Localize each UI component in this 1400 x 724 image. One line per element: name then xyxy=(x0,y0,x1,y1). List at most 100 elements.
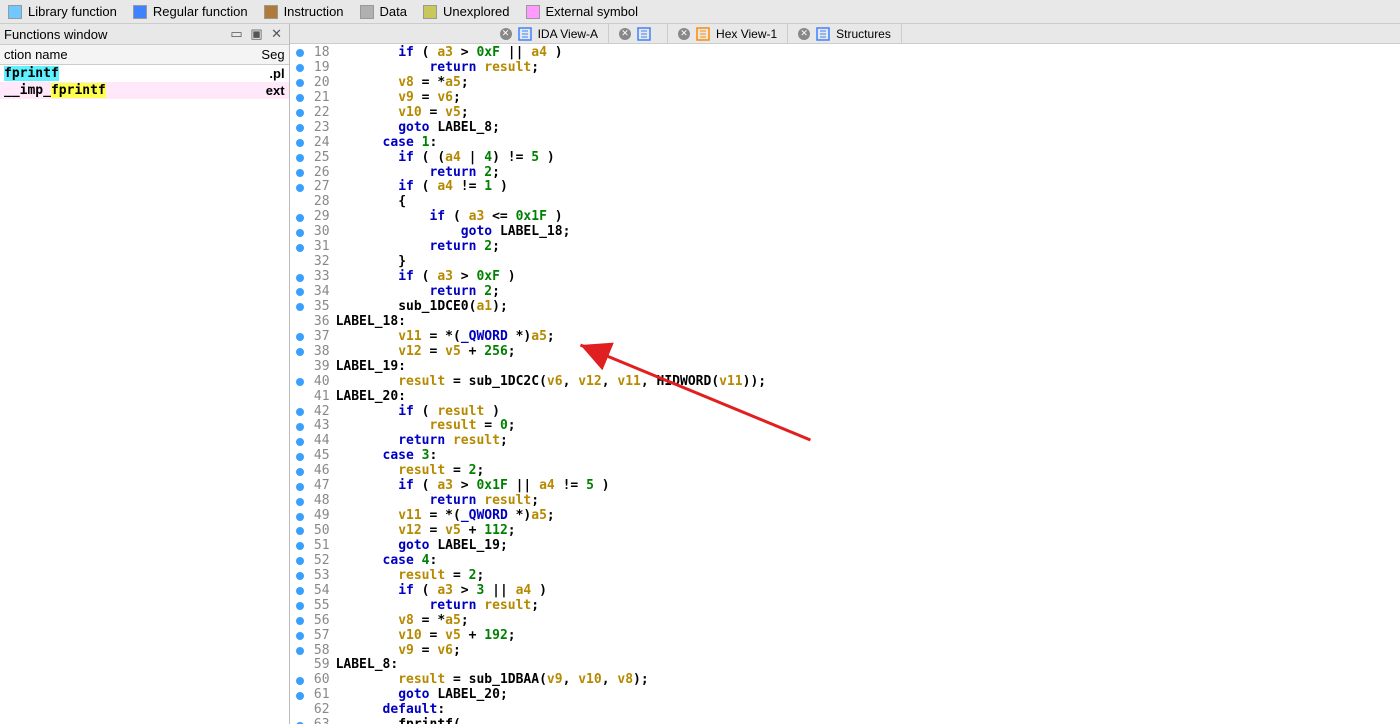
code-line[interactable]: 51 goto LABEL_19; xyxy=(290,539,1400,554)
view-tab[interactable]: ✕Structures xyxy=(788,24,902,43)
code-line[interactable]: 38 v12 = v5 + 256; xyxy=(290,345,1400,360)
code-line[interactable]: 31 return 2; xyxy=(290,240,1400,255)
view-tab[interactable]: ✕ xyxy=(609,24,668,43)
code-line[interactable]: 18 if ( a3 > 0xF || a4 ) xyxy=(290,46,1400,61)
breakpoint-dot-icon[interactable] xyxy=(296,632,304,640)
breakpoint-dot-icon[interactable] xyxy=(296,154,304,162)
panel-close-icon[interactable]: ✕ xyxy=(269,26,285,42)
code-line[interactable]: 47 if ( a3 > 0x1F || a4 != 5 ) xyxy=(290,479,1400,494)
functions-list[interactable]: fprintf.pl__imp_fprintfext xyxy=(0,65,289,724)
tab-close-icon[interactable]: ✕ xyxy=(798,28,810,40)
breakpoint-dot-icon[interactable] xyxy=(296,274,304,282)
code-line[interactable]: 59LABEL_8: xyxy=(290,658,1400,673)
col-segment[interactable]: Seg xyxy=(249,45,289,64)
code-line[interactable]: 53 result = 2; xyxy=(290,569,1400,584)
breakpoint-dot-icon[interactable] xyxy=(296,229,304,237)
code-line[interactable]: 28 { xyxy=(290,195,1400,210)
code-line[interactable]: 36LABEL_18: xyxy=(290,315,1400,330)
function-row[interactable]: fprintf.pl xyxy=(0,65,289,82)
breakpoint-dot-icon[interactable] xyxy=(296,333,304,341)
code-line[interactable]: 32 } xyxy=(290,255,1400,270)
breakpoint-dot-icon[interactable] xyxy=(296,692,304,700)
code-line[interactable]: 44 return result; xyxy=(290,434,1400,449)
code-line[interactable]: 50 v12 = v5 + 112; xyxy=(290,524,1400,539)
breakpoint-dot-icon[interactable] xyxy=(296,438,304,446)
breakpoint-dot-icon[interactable] xyxy=(296,572,304,580)
code-line[interactable]: 57 v10 = v5 + 192; xyxy=(290,629,1400,644)
tab-close-icon[interactable]: ✕ xyxy=(619,28,631,40)
breakpoint-dot-icon[interactable] xyxy=(296,498,304,506)
breakpoint-dot-icon[interactable] xyxy=(296,214,304,222)
code-line[interactable]: 22 v10 = v5; xyxy=(290,106,1400,121)
breakpoint-dot-icon[interactable] xyxy=(296,647,304,655)
breakpoint-dot-icon[interactable] xyxy=(296,109,304,117)
code-line[interactable]: 35 sub_1DCE0(a1); xyxy=(290,300,1400,315)
code-line[interactable]: 23 goto LABEL_8; xyxy=(290,121,1400,136)
code-line[interactable]: 24 case 1: xyxy=(290,136,1400,151)
breakpoint-dot-icon[interactable] xyxy=(296,139,304,147)
code-line[interactable]: 25 if ( (a4 | 4) != 5 ) xyxy=(290,151,1400,166)
breakpoint-dot-icon[interactable] xyxy=(296,423,304,431)
breakpoint-dot-icon[interactable] xyxy=(296,677,304,685)
breakpoint-dot-icon[interactable] xyxy=(296,527,304,535)
code-line[interactable]: 29 if ( a3 <= 0x1F ) xyxy=(290,210,1400,225)
code-line[interactable]: 42 if ( result ) xyxy=(290,405,1400,420)
code-line[interactable]: 40 result = sub_1DC2C(v6, v12, v11, HIDW… xyxy=(290,375,1400,390)
code-line[interactable]: 26 return 2; xyxy=(290,166,1400,181)
code-line[interactable]: 41LABEL_20: xyxy=(290,390,1400,405)
col-function-name[interactable]: ction name xyxy=(0,45,249,64)
breakpoint-dot-icon[interactable] xyxy=(296,49,304,57)
code-line[interactable]: 33 if ( a3 > 0xF ) xyxy=(290,270,1400,285)
code-line[interactable]: 54 if ( a3 > 3 || a4 ) xyxy=(290,584,1400,599)
code-line[interactable]: 52 case 4: xyxy=(290,554,1400,569)
breakpoint-dot-icon[interactable] xyxy=(296,453,304,461)
breakpoint-dot-icon[interactable] xyxy=(296,617,304,625)
code-line[interactable]: 19 return result; xyxy=(290,61,1400,76)
breakpoint-dot-icon[interactable] xyxy=(296,513,304,521)
code-line[interactable]: 20 v8 = *a5; xyxy=(290,76,1400,91)
breakpoint-dot-icon[interactable] xyxy=(296,542,304,550)
code-line[interactable]: 39LABEL_19: xyxy=(290,360,1400,375)
breakpoint-dot-icon[interactable] xyxy=(296,602,304,610)
breakpoint-dot-icon[interactable] xyxy=(296,483,304,491)
panel-restore-icon[interactable]: ▭ xyxy=(229,26,245,42)
code-line[interactable]: 58 v9 = v6; xyxy=(290,644,1400,659)
breakpoint-dot-icon[interactable] xyxy=(296,94,304,102)
code-line[interactable]: 60 result = sub_1DBAA(v9, v10, v8); xyxy=(290,673,1400,688)
code-line[interactable]: 46 result = 2; xyxy=(290,464,1400,479)
view-tab[interactable]: ✕Hex View-1 xyxy=(668,24,788,43)
panel-min-icon[interactable]: ▣ xyxy=(249,26,265,42)
tab-close-icon[interactable]: ✕ xyxy=(500,28,512,40)
code-line[interactable]: 49 v11 = *(_QWORD *)a5; xyxy=(290,509,1400,524)
breakpoint-dot-icon[interactable] xyxy=(296,303,304,311)
code-line[interactable]: 56 v8 = *a5; xyxy=(290,614,1400,629)
code-line[interactable]: 62 default: xyxy=(290,703,1400,718)
function-row[interactable]: __imp_fprintfext xyxy=(0,82,289,99)
tab-close-icon[interactable]: ✕ xyxy=(678,28,690,40)
breakpoint-dot-icon[interactable] xyxy=(296,557,304,565)
code-line[interactable]: 30 goto LABEL_18; xyxy=(290,225,1400,240)
code-area[interactable]: 18 if ( a3 > 0xF || a4 )19 return result… xyxy=(290,44,1400,724)
code-line[interactable]: 63 fprintf( xyxy=(290,718,1400,724)
breakpoint-dot-icon[interactable] xyxy=(296,288,304,296)
code-line[interactable]: 27 if ( a4 != 1 ) xyxy=(290,180,1400,195)
code-line[interactable]: 45 case 3: xyxy=(290,449,1400,464)
code-line[interactable]: 37 v11 = *(_QWORD *)a5; xyxy=(290,330,1400,345)
breakpoint-dot-icon[interactable] xyxy=(296,184,304,192)
breakpoint-dot-icon[interactable] xyxy=(296,587,304,595)
breakpoint-dot-icon[interactable] xyxy=(296,408,304,416)
code-line[interactable]: 43 result = 0; xyxy=(290,419,1400,434)
breakpoint-dot-icon[interactable] xyxy=(296,468,304,476)
breakpoint-dot-icon[interactable] xyxy=(296,244,304,252)
breakpoint-dot-icon[interactable] xyxy=(296,378,304,386)
code-line[interactable]: 55 return result; xyxy=(290,599,1400,614)
view-tab[interactable]: ✕IDA View-A xyxy=(490,24,609,43)
breakpoint-dot-icon[interactable] xyxy=(296,169,304,177)
breakpoint-dot-icon[interactable] xyxy=(296,348,304,356)
code-line[interactable]: 34 return 2; xyxy=(290,285,1400,300)
breakpoint-dot-icon[interactable] xyxy=(296,124,304,132)
code-line[interactable]: 21 v9 = v6; xyxy=(290,91,1400,106)
breakpoint-dot-icon[interactable] xyxy=(296,64,304,72)
code-line[interactable]: 61 goto LABEL_20; xyxy=(290,688,1400,703)
code-line[interactable]: 48 return result; xyxy=(290,494,1400,509)
